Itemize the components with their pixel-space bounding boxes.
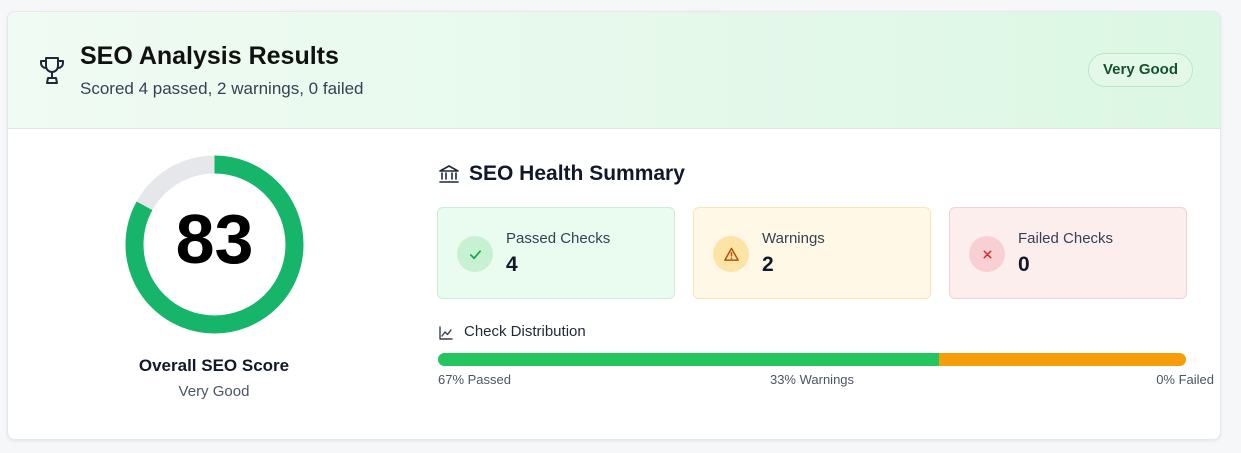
page-subtitle: Scored 4 passed, 2 warnings, 0 failed <box>80 79 364 98</box>
distribution-bar <box>438 353 1186 366</box>
x-icon <box>969 236 1005 272</box>
passed-checks-value: 4 <box>506 253 518 276</box>
card-header: SEO Analysis Results Scored 4 passed, 2 … <box>8 12 1220 129</box>
distribution-title: Check Distribution <box>464 323 586 340</box>
chart-line-icon <box>439 326 453 340</box>
trophy-icon <box>40 57 64 84</box>
summary-title: SEO Health Summary <box>469 162 685 185</box>
check-icon <box>457 236 493 272</box>
distribution-failed-label: 0% Failed <box>1156 372 1214 387</box>
distribution-warnings-segment <box>939 353 1186 366</box>
distribution-passed-segment <box>438 353 940 366</box>
passed-checks-label: Passed Checks <box>506 230 611 247</box>
distribution-passed-label: 67% Passed <box>438 372 511 387</box>
warnings-card: Warnings 2 <box>693 207 931 299</box>
distribution-warnings-label: 33% Warnings <box>769 372 855 387</box>
passed-checks-card: Passed Checks 4 <box>437 207 675 299</box>
score-label: Overall SEO Score <box>138 356 290 375</box>
warnings-value: 2 <box>762 253 774 276</box>
failed-checks-value: 0 <box>1018 253 1030 276</box>
warnings-label: Warnings <box>762 230 825 247</box>
failed-checks-label: Failed Checks <box>1018 230 1114 247</box>
failed-checks-card: Failed Checks 0 <box>949 207 1187 299</box>
status-badge: Very Good <box>1087 53 1193 87</box>
score-rating: Very Good <box>178 383 250 400</box>
page-title: SEO Analysis Results <box>80 42 339 70</box>
score-value: 83 <box>175 200 254 278</box>
bank-icon <box>439 165 459 183</box>
warning-icon <box>713 236 749 272</box>
